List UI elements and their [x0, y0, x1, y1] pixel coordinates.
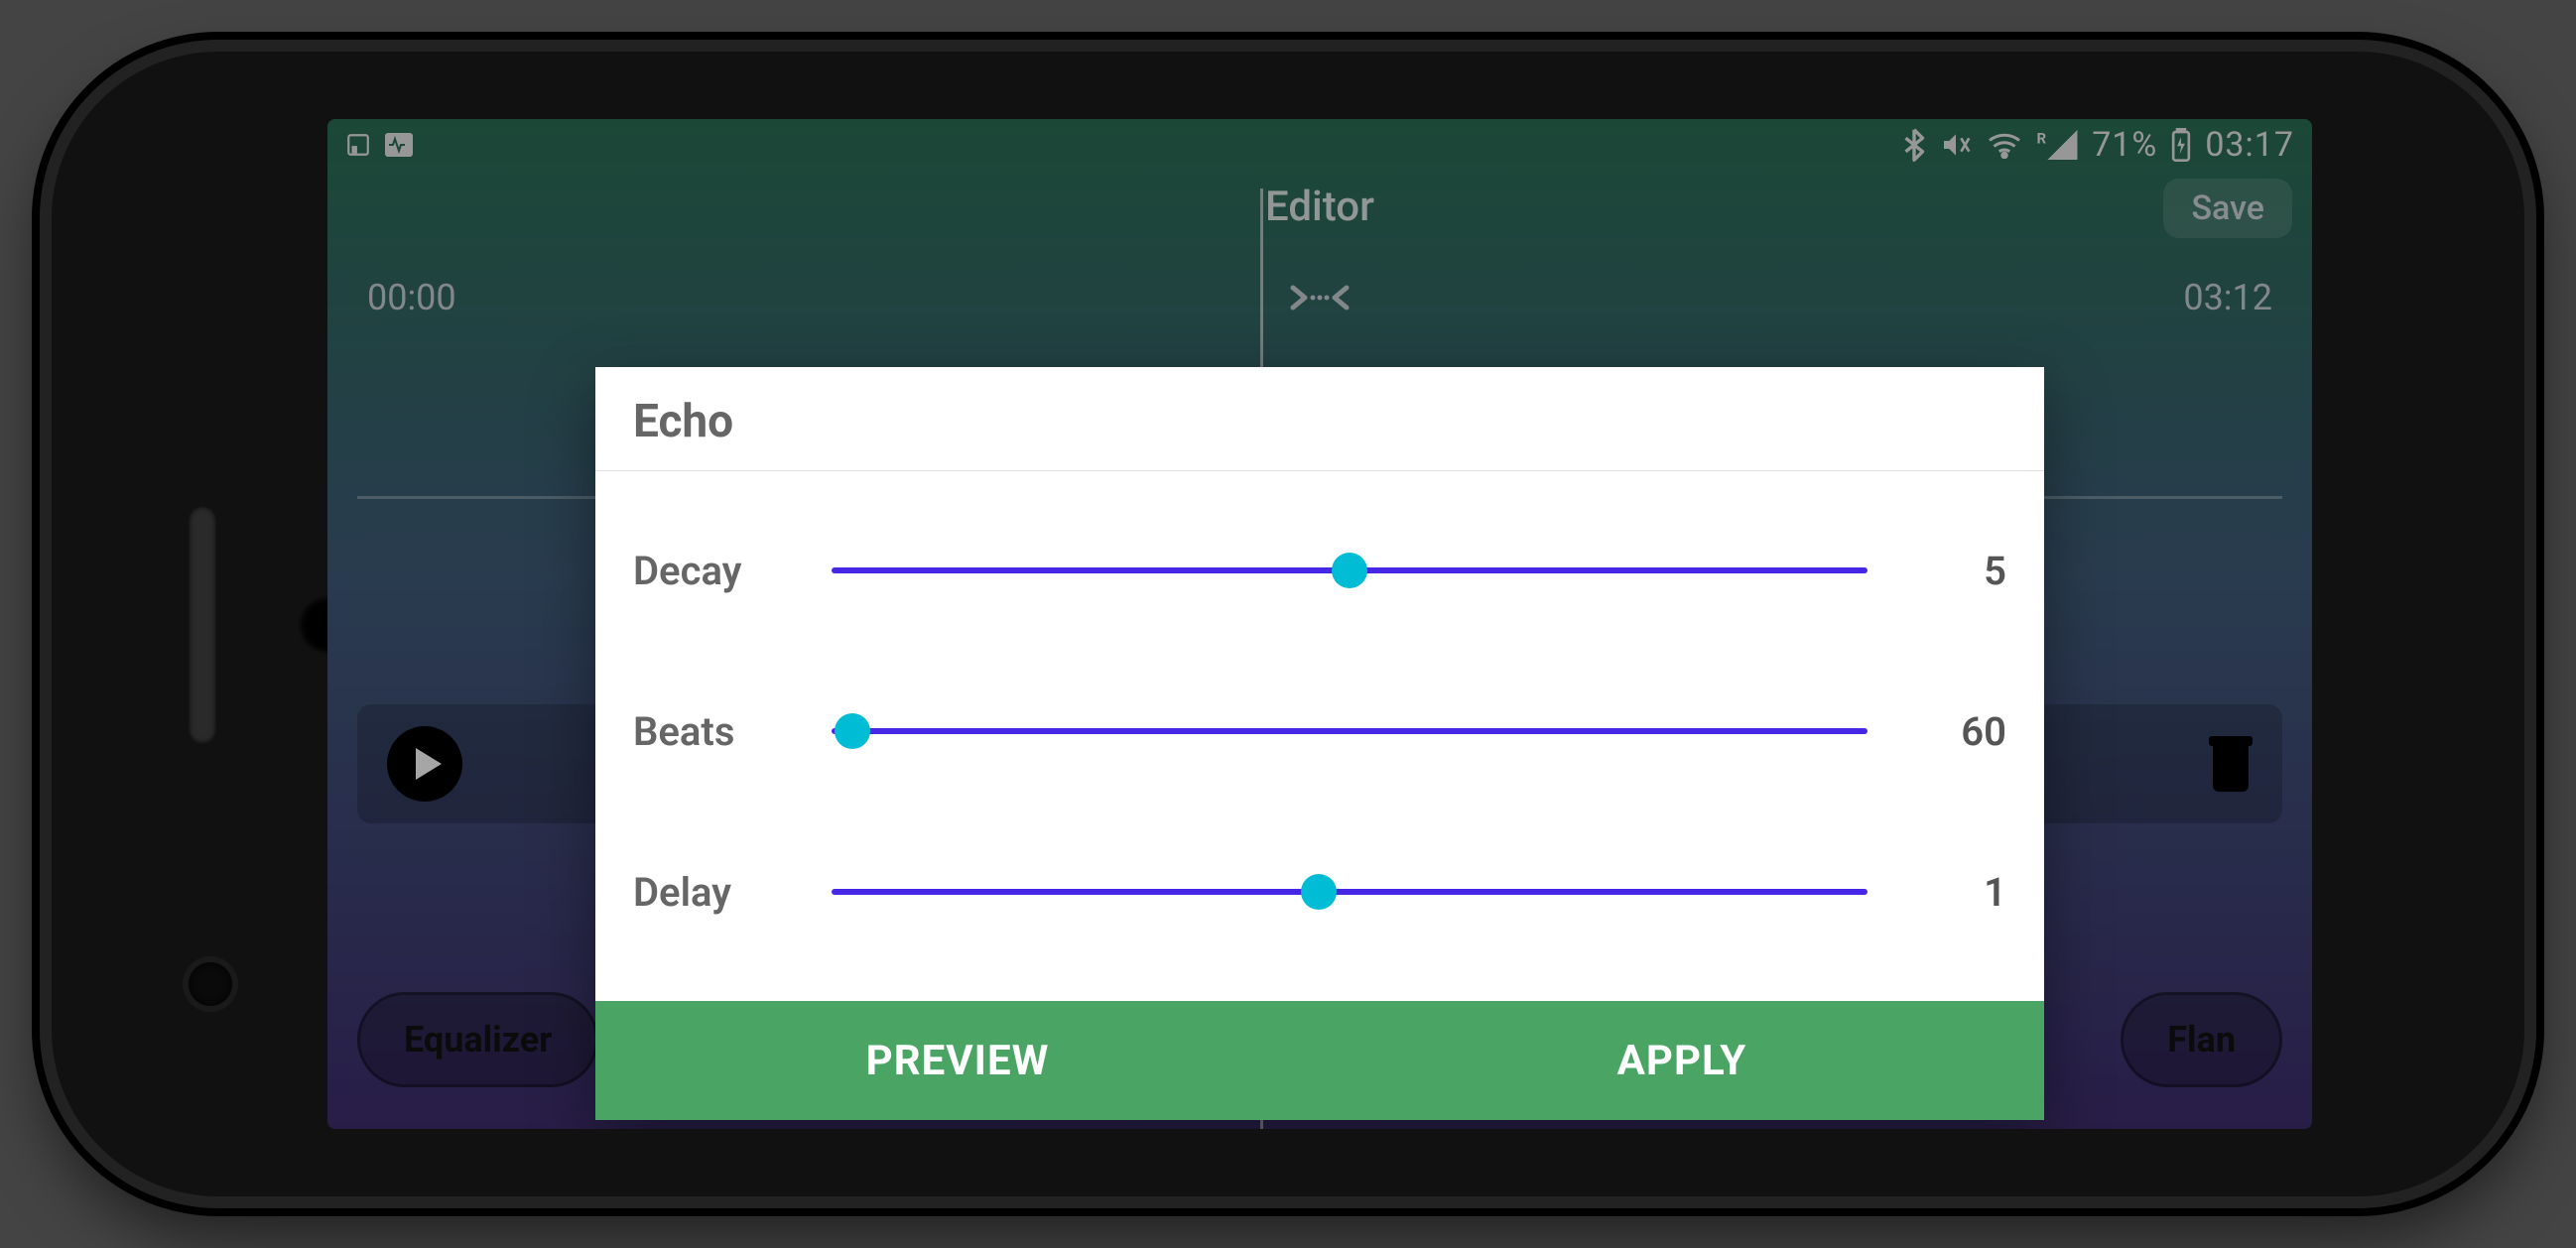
slider-value-delay: 1 — [1868, 869, 2006, 916]
play-button[interactable] — [387, 726, 462, 802]
app-bar: Editor Save — [327, 171, 2312, 242]
slider-row-decay: Decay 5 — [633, 491, 2006, 650]
slider-decay[interactable] — [832, 547, 1868, 594]
dialog-title: Echo — [595, 367, 2044, 471]
slider-row-beats: Beats 60 — [633, 652, 2006, 811]
slider-row-delay: Delay 1 — [633, 812, 2006, 971]
echo-dialog: Echo Decay 5 Beats — [595, 367, 2044, 1120]
bluetooth-icon — [1903, 128, 1925, 162]
slider-value-decay: 5 — [1868, 548, 2006, 594]
apply-button[interactable]: APPLY — [1320, 1001, 2044, 1120]
preview-button[interactable]: PREVIEW — [595, 1001, 1320, 1120]
slider-delay[interactable] — [832, 868, 1868, 916]
phone-speaker — [189, 506, 216, 744]
timeline-end-time: 03:12 — [2183, 277, 2272, 318]
screen-title: Editor — [1265, 183, 1374, 231]
dialog-body: Decay 5 Beats 60 — [595, 471, 2044, 1001]
battery-percentage: 71% — [2092, 125, 2157, 165]
slider-thumb[interactable] — [1301, 874, 1337, 910]
effect-chip-equalizer[interactable]: Equalizer — [357, 992, 598, 1087]
slider-thumb[interactable] — [1332, 553, 1367, 588]
timeline-row: 00:00 03:12 — [327, 258, 2312, 337]
timeline-start-time: 00:00 — [367, 277, 456, 318]
selection-handle-icon[interactable] — [1285, 276, 1354, 319]
slider-label-delay: Delay — [633, 869, 832, 916]
slider-beats[interactable] — [832, 707, 1868, 755]
slider-track — [832, 889, 1868, 895]
device-screen: R 71% 03:17 Editor Save 00:00 — [327, 119, 2312, 1129]
battery-charging-icon — [2171, 128, 2191, 162]
status-activity-icon — [385, 133, 413, 157]
dialog-actions: PREVIEW APPLY — [595, 1001, 2044, 1120]
status-bar: R 71% 03:17 — [327, 119, 2312, 171]
wifi-icon — [1987, 131, 2022, 159]
slider-track — [832, 728, 1868, 734]
slider-value-beats: 60 — [1868, 708, 2006, 755]
slider-label-beats: Beats — [633, 708, 832, 755]
status-time: 03:17 — [2205, 125, 2294, 165]
delete-button[interactable] — [2209, 736, 2253, 792]
roaming-signal-icon: R — [2036, 130, 2078, 160]
slider-thumb[interactable] — [835, 713, 870, 749]
phone-camera — [189, 962, 232, 1006]
effect-chip-flanger[interactable]: Flan — [2121, 992, 2282, 1087]
status-dock-icon — [345, 132, 371, 158]
phone-frame: R 71% 03:17 Editor Save 00:00 — [40, 40, 2536, 1208]
save-button[interactable]: Save — [2163, 179, 2292, 238]
svg-text:R: R — [2037, 130, 2048, 148]
mute-vibrate-icon — [1939, 129, 1973, 161]
slider-label-decay: Decay — [633, 548, 832, 594]
